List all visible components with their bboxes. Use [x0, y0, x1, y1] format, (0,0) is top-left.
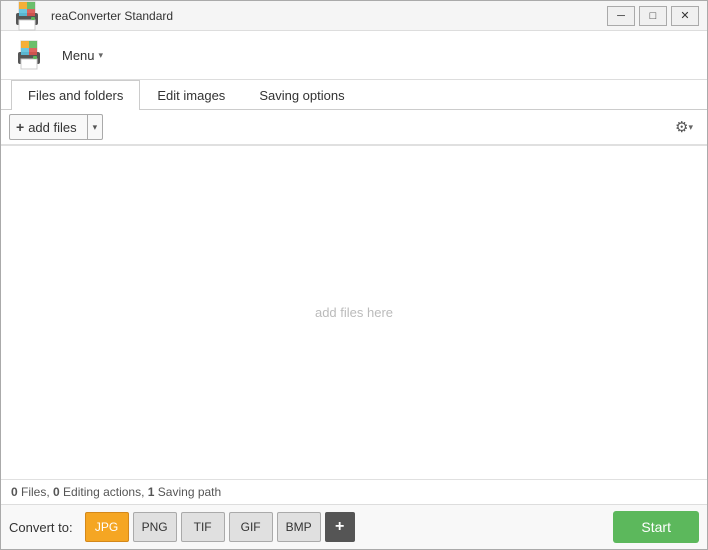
gear-icon: ⚙ — [675, 118, 688, 136]
title-bar-left: reaConverter Standard — [9, 0, 173, 34]
tab-edit[interactable]: Edit images — [140, 80, 242, 110]
file-drop-area[interactable]: add files here — [1, 146, 707, 479]
start-button[interactable]: Start — [613, 511, 699, 543]
menu-button[interactable]: Menu ▾ — [55, 43, 110, 68]
minimize-button[interactable]: ─ — [607, 6, 635, 26]
add-files-main: + add files — [10, 115, 88, 139]
title-bar: reaConverter Standard ─ □ ✕ — [1, 1, 707, 31]
app-icon — [9, 0, 45, 34]
files-count: 0 Files, 0 Editing actions, 1 Saving pat… — [11, 485, 221, 499]
tab-files[interactable]: Files and folders — [11, 80, 140, 110]
toolbar-left: + add files ▾ — [9, 114, 103, 140]
toolbar: + add files ▾ ⚙ ▾ — [1, 110, 707, 145]
tab-bar: Files and folders Edit images Saving opt… — [1, 80, 707, 110]
format-jpg-button[interactable]: JPG — [85, 512, 129, 542]
format-buttons: JPG PNG TIF GIF BMP + — [85, 512, 355, 542]
bottom-bar: Convert to: JPG PNG TIF GIF BMP + Start — [1, 504, 707, 549]
format-png-button[interactable]: PNG — [133, 512, 177, 542]
main-window: reaConverter Standard ─ □ ✕ Menu ▾ Files… — [0, 0, 708, 550]
maximize-button[interactable]: □ — [639, 6, 667, 26]
format-bmp-button[interactable]: BMP — [277, 512, 321, 542]
menu-bar: Menu ▾ — [1, 31, 707, 80]
add-files-dropdown-arrow[interactable]: ▾ — [88, 115, 103, 139]
add-files-button[interactable]: + add files ▾ — [9, 114, 103, 140]
add-format-button[interactable]: + — [325, 512, 355, 542]
plus-icon: + — [16, 119, 24, 135]
format-tif-button[interactable]: TIF — [181, 512, 225, 542]
app-title: reaConverter Standard — [51, 9, 173, 23]
gear-dropdown-icon: ▾ — [688, 122, 693, 133]
format-gif-button[interactable]: GIF — [229, 512, 273, 542]
add-files-label: add files — [28, 120, 76, 135]
menu-label: Menu — [62, 48, 95, 63]
status-bar: 0 Files, 0 Editing actions, 1 Saving pat… — [1, 479, 707, 504]
convert-to-label: Convert to: — [9, 520, 73, 535]
menu-printer-icon — [11, 37, 47, 73]
window-controls: ─ □ ✕ — [607, 6, 699, 26]
tab-saving[interactable]: Saving options — [242, 80, 361, 110]
gear-button[interactable]: ⚙ ▾ — [669, 114, 699, 140]
menu-chevron: ▾ — [99, 50, 104, 61]
close-button[interactable]: ✕ — [671, 6, 699, 26]
file-area-placeholder: add files here — [315, 305, 393, 320]
